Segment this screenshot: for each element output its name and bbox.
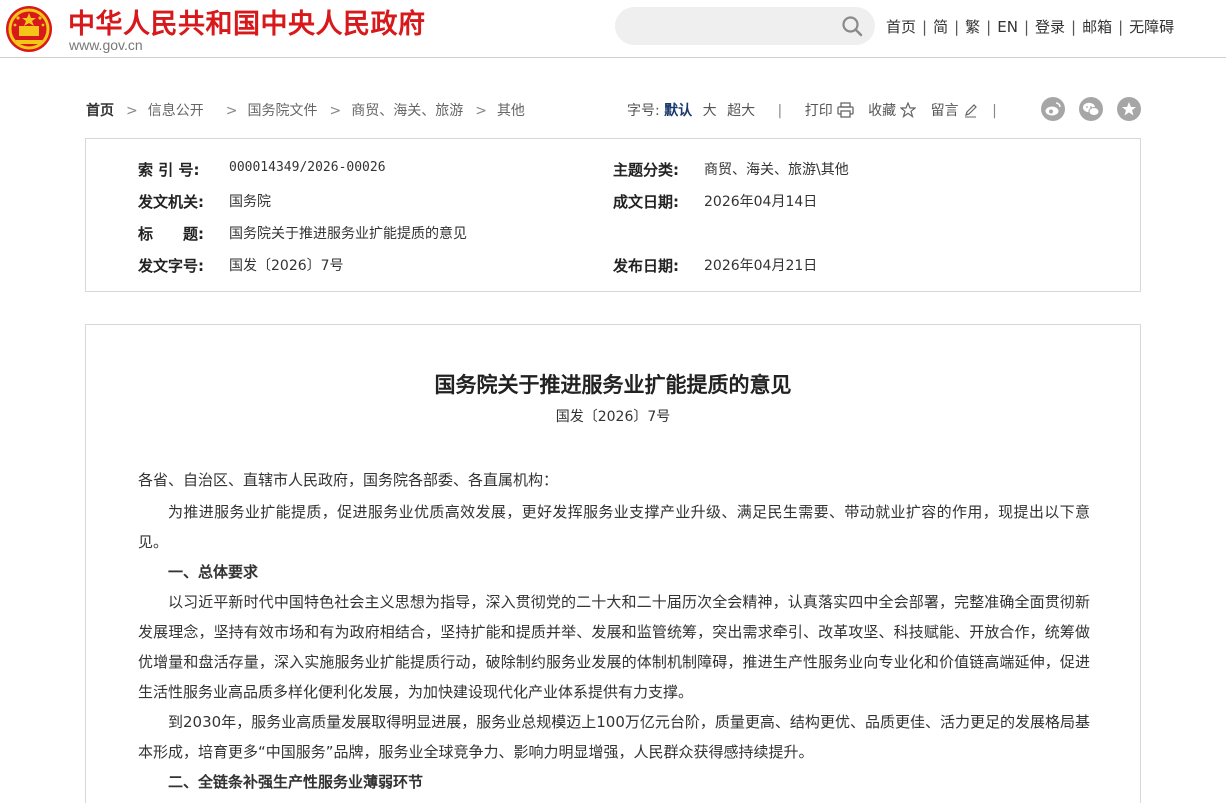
title-value: 国务院关于推进服务业扩能提质的意见 (229, 226, 467, 242)
chevron-right-icon: > (475, 103, 487, 119)
site-url: www.gov.cn (69, 37, 143, 53)
toolbar-divider: | (777, 103, 783, 119)
breadcrumb-item[interactable]: 其他 (497, 103, 525, 119)
print-label: 打印 (804, 103, 833, 119)
weibo-share-icon[interactable] (1041, 97, 1065, 121)
written-date-value: 2026年04月14日 (704, 194, 818, 210)
article-panel: 国务院关于推进服务业扩能提质的意见 国发〔2026〕7号 各省、自治区、直辖市人… (85, 324, 1141, 803)
favorite-label: 收藏 (868, 103, 897, 119)
national-emblem-icon[interactable] (4, 4, 54, 54)
article-body: 各省、自治区、直辖市人民政府，国务院各部委、各直属机构： 为推进服务业扩能提质，… (138, 465, 1090, 797)
article-toolbar: 字号: 默认 大 超大 | 打印 收藏 留言 | (627, 100, 1015, 120)
issuer-value: 国务院 (229, 194, 271, 210)
nav-english[interactable]: EN (997, 18, 1018, 36)
topic-value: 商贸、海关、旅游\其他 (704, 162, 849, 178)
published-date-value: 2026年04月21日 (704, 258, 818, 274)
section-heading-2: 二、全链条补强生产性服务业薄弱环节 (168, 773, 424, 791)
nav-divider: | (1023, 18, 1029, 36)
pencil-icon (964, 104, 977, 118)
document-info-panel: 索 引 号: 000014349/2026-00026 主题分类: 商贸、海关、… (85, 138, 1141, 292)
print-button[interactable]: 打印 (804, 102, 854, 119)
breadcrumb-item[interactable]: 信息公开 (148, 103, 204, 119)
favorite-share-icon[interactable] (1117, 97, 1141, 121)
paragraph-intro: 为推进服务业扩能提质，促进服务业优质高效发展，更好发挥服务业支撑产业升级、满足民… (138, 503, 1090, 551)
chevron-right-icon: > (329, 103, 342, 119)
nav-simplified[interactable]: 简 (933, 18, 948, 36)
nav-home[interactable]: 首页 (886, 18, 916, 36)
section-heading-1: 一、总体要求 (168, 563, 259, 581)
topic-label: 主题分类: (613, 161, 679, 179)
published-date-label: 发布日期: (613, 257, 679, 275)
font-size-label: 字号: (627, 103, 660, 119)
search-box (615, 7, 875, 45)
nav-divider: | (1071, 18, 1077, 36)
wechat-share-icon[interactable] (1079, 97, 1103, 121)
index-value: 000014349/2026-00026 (229, 160, 386, 175)
article-title: 国务院关于推进服务业扩能提质的意见 (434, 372, 792, 397)
search-input[interactable] (631, 15, 836, 37)
top-nav: 首页 | 简 | 繁 | EN | 登录 | 邮箱 | 无障碍 (886, 16, 1174, 37)
index-label: 索 引 号: (138, 161, 200, 179)
article-docnum: 国发〔2026〕7号 (555, 409, 671, 425)
chevron-right-icon: > (225, 103, 238, 119)
toolbar-divider: | (992, 103, 997, 119)
comment-label: 留言 (930, 103, 959, 119)
paragraph-1: 以习近平新时代中国特色社会主义思想为指导，深入贯彻党的二十大和二十届历次全会精神… (138, 593, 1090, 701)
docnum-label: 发文字号: (138, 257, 204, 275)
nav-divider: | (922, 18, 928, 36)
favorite-button[interactable]: 收藏 (868, 102, 917, 119)
chevron-right-icon: > (126, 103, 138, 119)
nav-mail[interactable]: 邮箱 (1082, 18, 1112, 36)
title-label: 标 题: (138, 225, 204, 243)
breadcrumb-home[interactable]: 首页 (86, 103, 114, 119)
wechat-icon (1083, 102, 1100, 116)
written-date-label: 成文日期: (613, 193, 679, 211)
search-icon[interactable] (841, 15, 863, 37)
nav-divider: | (986, 18, 992, 36)
weibo-icon (1045, 102, 1061, 116)
docnum-value: 国发〔2026〕7号 (229, 258, 344, 274)
star-icon (900, 102, 917, 118)
comment-button[interactable]: 留言 (931, 103, 978, 119)
font-size-xlarge[interactable]: 超大 (727, 103, 755, 119)
nav-divider: | (1118, 18, 1124, 36)
breadcrumb: 首页 > 信息公开 > 国务院文件 > 商贸、海关、旅游 > 其他 (86, 100, 525, 120)
nav-divider: | (954, 18, 960, 36)
star-share-icon (1122, 102, 1136, 116)
font-size-large[interactable]: 大 (703, 103, 717, 119)
breadcrumb-item[interactable]: 国务院文件 (247, 103, 317, 119)
nav-traditional[interactable]: 繁 (965, 18, 980, 36)
nav-accessibility[interactable]: 无障碍 (1129, 18, 1174, 36)
issuer-label: 发文机关: (138, 193, 204, 211)
site-title[interactable]: 中华人民共和国中央人民政府 (68, 2, 426, 41)
site-header: 中华人民共和国中央人民政府 www.gov.cn 首页 | 简 | 繁 | EN | 登录 | 邮箱… (0, 0, 1226, 58)
printer-icon (837, 102, 854, 118)
paragraph-2: 到2030年，服务业高质量发展取得明显进展，服务业总规模迈上100万亿元台阶，质… (138, 713, 1090, 761)
font-size-default[interactable]: 默认 (664, 103, 692, 119)
salutation: 各省、自治区、直辖市人民政府，国务院各部委、各直属机构： (138, 471, 559, 489)
breadcrumb-item[interactable]: 商贸、海关、旅游 (351, 103, 463, 119)
nav-login[interactable]: 登录 (1035, 18, 1065, 36)
